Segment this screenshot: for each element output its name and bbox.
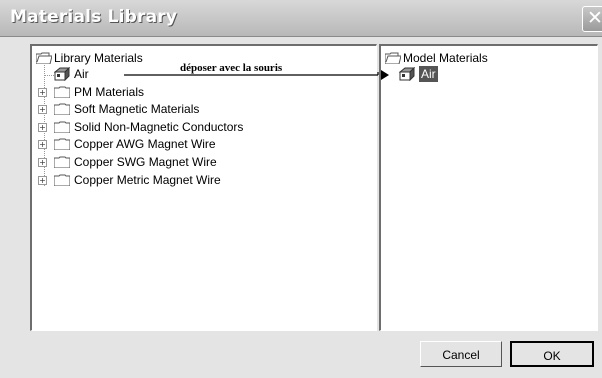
cancel-button[interactable]: Cancel bbox=[420, 341, 502, 367]
ok-button[interactable]: OK bbox=[510, 341, 594, 367]
materials-library-dialog: Materials Library ✕ Library Materials Ai… bbox=[0, 0, 602, 378]
drag-arrow bbox=[124, 70, 389, 80]
